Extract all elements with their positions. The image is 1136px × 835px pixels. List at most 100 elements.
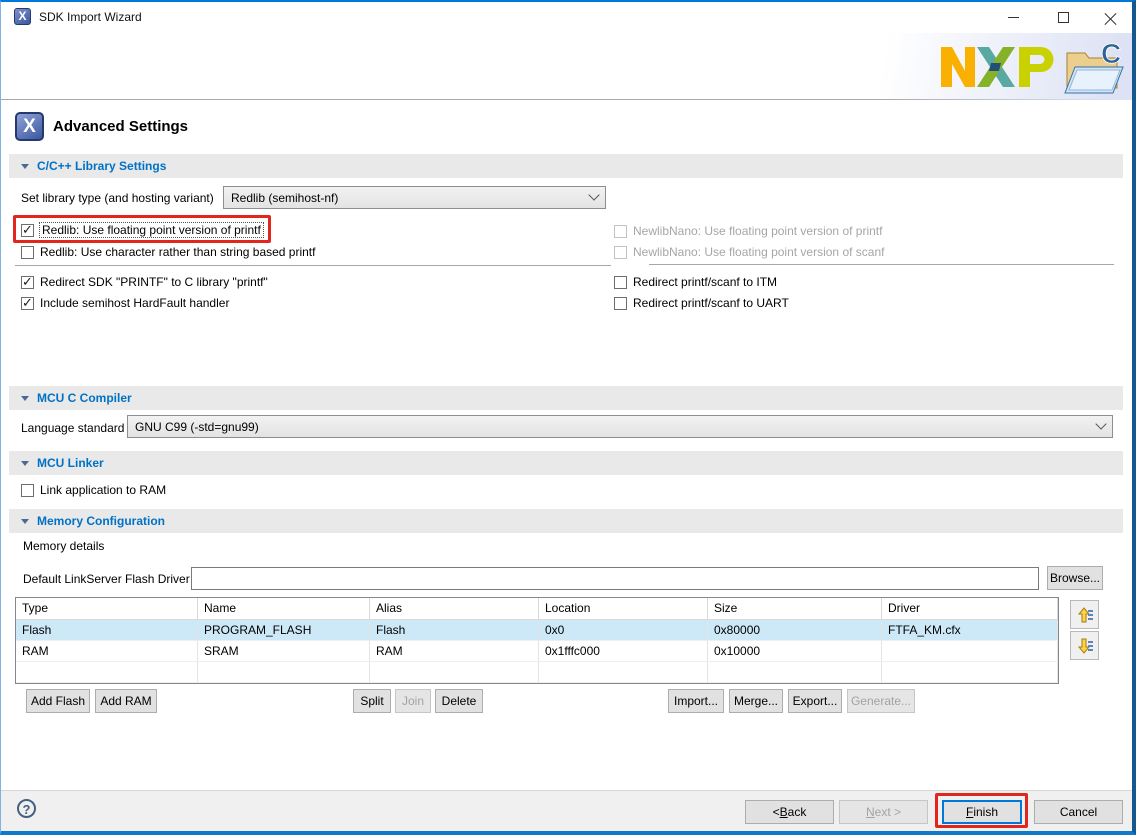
checkbox-label: Redirect SDK "PRINTF" to C library "prin… [40,275,268,289]
svg-text:C: C [1101,38,1121,69]
import-button[interactable]: Import... [668,689,724,713]
move-row-down-button[interactable] [1070,631,1099,660]
checkbox-link-to-ram[interactable]: Link application to RAM [21,482,166,498]
cancel-button[interactable]: Cancel [1034,800,1123,824]
browse-button[interactable]: Browse... [1047,566,1103,590]
flash-driver-input[interactable] [191,567,1039,590]
close-icon [1104,11,1117,24]
section-library-title: C/C++ Library Settings [37,159,166,173]
checkbox-label: NewlibNano: Use floating point version o… [633,224,882,238]
separator [15,265,611,266]
sdk-import-wizard-window: X SDK Import Wizard C X Advanced Setting… [0,0,1136,835]
checkbox-redirect-uart[interactable]: Redirect printf/scanf to UART [614,295,789,311]
checkbox-box [21,276,34,289]
checkbox-box [614,225,627,238]
move-up-icon [1076,606,1094,624]
delete-button[interactable]: Delete [435,689,483,713]
cell-name: SRAM [198,641,370,661]
minimize-icon [1008,17,1019,18]
merge-button[interactable]: Merge... [729,689,783,713]
checkbox-label: Link application to RAM [40,483,166,497]
next-button: Next > [839,800,928,824]
library-type-select[interactable]: Redlib (semihost-nf) [223,186,606,209]
titlebar: X SDK Import Wizard [1,2,1132,33]
mcuxpresso-app-icon: X [14,8,31,25]
maximize-icon [1058,12,1069,23]
checkbox-label: Redlib: Use character rather than string… [40,245,315,259]
table-row-empty[interactable] [16,662,1058,683]
section-compiler-title: MCU C Compiler [37,391,132,405]
checkbox-redlib-float-printf[interactable]: Redlib: Use floating point version of pr… [21,222,263,238]
cell-alias: Flash [370,620,539,640]
section-compiler-header[interactable]: MCU C Compiler [9,386,1123,410]
cell-size: 0x80000 [708,620,882,640]
wizard-banner: C [1,33,1132,100]
memory-details-label: Memory details [23,539,104,553]
cell-driver: FTFA_KM.cfx [882,620,1058,640]
add-flash-button[interactable]: Add Flash [26,689,90,713]
checkbox-semihost-hardfault[interactable]: Include semihost HardFault handler [21,295,229,311]
chevron-down-icon [1095,418,1106,429]
checkbox-label: Redirect printf/scanf to UART [633,296,789,310]
checkbox-redirect-itm[interactable]: Redirect printf/scanf to ITM [614,274,777,290]
column-header[interactable]: Location [539,598,708,619]
checkbox-label: Redirect printf/scanf to ITM [633,275,777,289]
column-header[interactable]: Driver [882,598,1058,619]
move-down-icon [1076,637,1094,655]
c-project-folder-icon: C [1061,37,1129,99]
join-button: Join [395,689,431,713]
section-library-header[interactable]: C/C++ Library Settings [9,154,1123,178]
move-row-up-button[interactable] [1070,600,1099,629]
section-memory-header[interactable]: Memory Configuration [9,509,1123,533]
section-linker-header[interactable]: MCU Linker [9,451,1123,475]
checkbox-label: Include semihost HardFault handler [40,296,229,310]
checkbox-redirect-sdk-printf[interactable]: Redirect SDK "PRINTF" to C library "prin… [21,274,268,290]
column-header[interactable]: Size [708,598,882,619]
table-row-empty [16,683,1058,684]
table-row-flash[interactable]: Flash PROGRAM_FLASH Flash 0x0 0x80000 FT… [16,620,1058,641]
minimize-button[interactable] [991,2,1036,33]
flash-driver-label: Default LinkServer Flash Driver [23,572,190,586]
memory-table-header: Type Name Alias Location Size Driver [16,598,1058,620]
language-standard-select[interactable]: GNU C99 (-std=gnu99) [127,415,1113,438]
add-ram-button[interactable]: Add RAM [95,689,157,713]
column-header[interactable]: Type [16,598,198,619]
help-icon: ? [23,802,31,817]
export-button[interactable]: Export... [788,689,842,713]
split-button[interactable]: Split [353,689,391,713]
checkbox-box [614,297,627,310]
language-standard-value: GNU C99 (-std=gnu99) [135,420,259,434]
separator [649,264,1114,265]
chevron-down-icon [588,189,599,200]
library-type-value: Redlib (semihost-nf) [231,191,338,205]
cell-name: PROGRAM_FLASH [198,620,370,640]
checkbox-redlib-char-printf[interactable]: Redlib: Use character rather than string… [21,244,315,260]
cell-driver [882,641,1058,661]
memory-table: Type Name Alias Location Size Driver Fla… [15,597,1059,684]
collapse-triangle-icon [21,461,29,466]
cell-type: RAM [16,641,198,661]
checkbox-box [614,246,627,259]
cell-location: 0x0 [539,620,708,640]
column-header[interactable]: Alias [370,598,539,619]
finish-button[interactable]: Finish [942,800,1022,824]
checkbox-box [21,297,34,310]
checkbox-box [21,484,34,497]
collapse-triangle-icon [21,164,29,169]
cell-location: 0x1fffc000 [539,641,708,661]
generate-button: Generate... [847,689,915,713]
collapse-triangle-icon [21,519,29,524]
checkbox-label: Redlib: Use floating point version of pr… [40,223,263,237]
table-row-ram[interactable]: RAM SRAM RAM 0x1fffc000 0x10000 [16,641,1058,662]
checkbox-box [21,246,34,259]
cell-size: 0x10000 [708,641,882,661]
column-header[interactable]: Name [198,598,370,619]
collapse-triangle-icon [21,396,29,401]
nxp-logo [939,41,1057,93]
help-button[interactable]: ? [17,799,36,818]
maximize-button[interactable] [1041,2,1086,33]
section-linker-title: MCU Linker [37,456,104,470]
back-button[interactable]: < Back [745,800,834,824]
close-button[interactable] [1088,2,1133,33]
checkbox-newlibnano-printf: NewlibNano: Use floating point version o… [614,223,882,239]
